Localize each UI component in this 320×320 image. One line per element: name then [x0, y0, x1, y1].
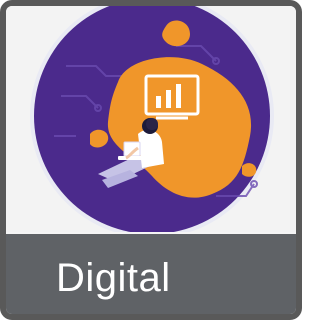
tile-label: Digital [56, 256, 171, 300]
person-with-laptop-and-analytics-screen-icon [30, 6, 274, 232]
tile-illustration [6, 6, 296, 232]
small-blob-right [242, 163, 257, 177]
digital-tile[interactable]: Digital [0, 0, 302, 320]
tile-label-bar: Digital [6, 234, 296, 314]
